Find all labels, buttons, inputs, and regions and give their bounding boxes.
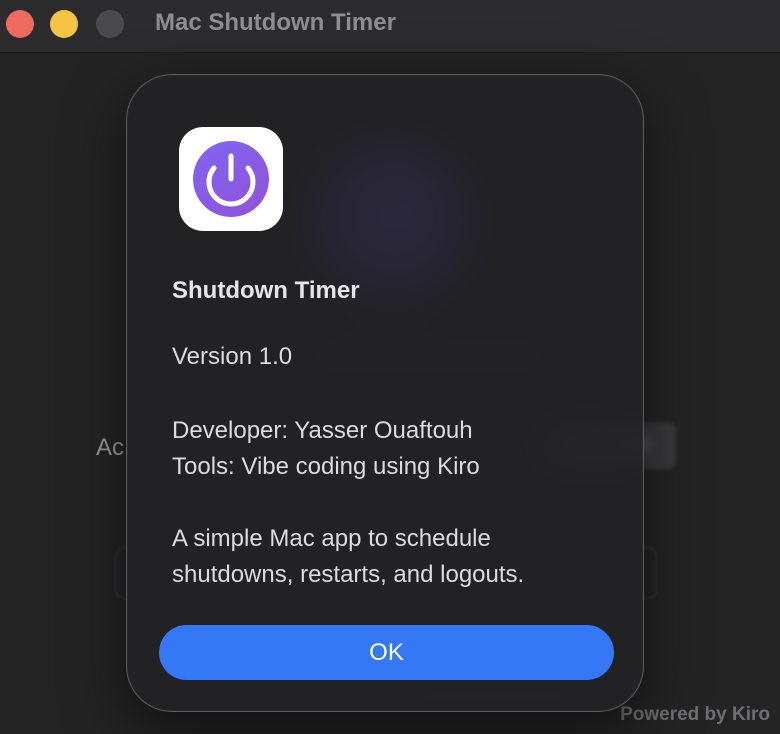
ok-button[interactable]: OK (159, 625, 614, 680)
background-action-label: Ac (96, 434, 125, 461)
power-icon (206, 153, 256, 207)
description-line-1: A simple Mac app to schedule (172, 525, 491, 552)
developer-text: Developer: Yasser Ouaftouh (172, 417, 473, 444)
description-line-2: shutdowns, restarts, and logouts. (172, 561, 525, 588)
app-icon (179, 127, 283, 231)
powered-by-label: Powered by Kiro (620, 704, 770, 725)
app-window: Mac Shutdown Timer Ac Powered by Kiro Sh… (0, 0, 780, 734)
zoom-window-button[interactable] (96, 10, 124, 38)
close-window-button[interactable] (6, 10, 34, 38)
minimize-window-button[interactable] (50, 10, 78, 38)
dialog-title: Shutdown Timer (172, 277, 360, 304)
tools-text: Tools: Vibe coding using Kiro (172, 453, 480, 480)
version-text: Version 1.0 (172, 343, 293, 370)
about-dialog: Shutdown Timer Version 1.0 Developer: Ya… (126, 74, 644, 712)
title-bar: Mac Shutdown Timer (0, 0, 780, 53)
window-title: Mac Shutdown Timer (155, 9, 396, 36)
